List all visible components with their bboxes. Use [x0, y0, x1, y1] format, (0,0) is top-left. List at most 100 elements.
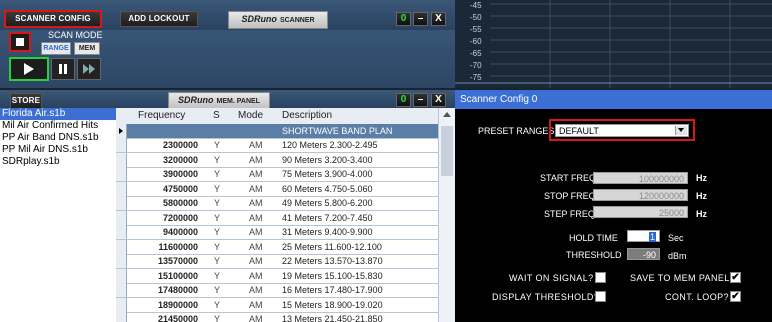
store-button[interactable]: STORE [10, 93, 42, 109]
scroll-up-icon[interactable] [443, 112, 451, 117]
row-selector[interactable] [116, 124, 127, 138]
hold-time-input[interactable]: 1 [627, 230, 660, 242]
row-selector[interactable] [116, 167, 127, 181]
file-item[interactable]: Mil Air Confirmed Hits [0, 120, 116, 132]
description-cell: 13 Meters 21.450-21.850 [282, 314, 383, 322]
add-lockout-button[interactable]: ADD LOCKOUT [120, 11, 198, 27]
row-selector[interactable] [116, 283, 127, 297]
spectrum-grid [455, 0, 772, 88]
mem-button[interactable]: MEM [74, 42, 100, 55]
stop-button[interactable] [9, 32, 31, 52]
table-row[interactable]: 13570000 Y AM 22 Meters 13.570-13.870 [116, 254, 438, 269]
description-cell: 75 Meters 3.900-4.000 [282, 169, 373, 179]
frequency-cell: 9400000 [162, 227, 198, 237]
panel-number-icon[interactable]: 0 [396, 12, 411, 26]
display-threshold-label: DISPLAY THRESHOLD? [492, 292, 600, 302]
row-selector[interactable] [116, 297, 127, 312]
table-row[interactable]: 11600000 Y AM 25 Meters 11.600-12.100 [116, 239, 438, 255]
row-selector[interactable] [116, 254, 127, 268]
row-selector[interactable] [116, 239, 127, 254]
wait-on-signal-checkbox[interactable] [595, 272, 606, 283]
table-row[interactable]: 3900000 Y AM 75 Meters 3.900-4.000 [116, 167, 438, 182]
mode-cell: AM [249, 314, 263, 322]
file-item[interactable]: PP Air Band DNS.s1b [0, 132, 116, 144]
range-button[interactable]: RANGE [41, 42, 71, 55]
panel-number-icon[interactable]: 0 [396, 93, 411, 107]
table-row[interactable]: 15100000 Y AM 19 Meters 15.100-15.830 [116, 268, 438, 284]
table-row[interactable]: 17480000 Y AM 16 Meters 17.480-17.900 [116, 283, 438, 298]
vertical-scrollbar[interactable] [438, 108, 456, 322]
table-row[interactable]: 18900000 Y AM 15 Meters 18.900-19.020 [116, 297, 438, 313]
column-header-mode[interactable]: Mode [238, 110, 263, 121]
table-row[interactable]: 21450000 Y AM 13 Meters 21.450-21.850 [116, 312, 438, 322]
scan-flag-cell: Y [214, 299, 221, 310]
step-freq-input[interactable]: 25000 [593, 206, 688, 218]
close-icon[interactable]: X [431, 12, 446, 26]
memory-table: Frequency S Mode Description SHORTWAVE B… [116, 108, 438, 322]
row-selector[interactable] [116, 196, 127, 210]
file-list[interactable]: Florida Air.s1b Mil Air Confirmed Hits P… [0, 108, 116, 322]
description-cell: 25 Meters 11.600-12.100 [282, 241, 382, 252]
cont-loop-checkbox[interactable]: ✔ [730, 291, 741, 302]
row-selector[interactable] [116, 181, 127, 196]
stop-freq-input[interactable]: 120000000 [593, 189, 688, 201]
table-row[interactable]: 2300000 Y AM 120 Meters 2.300-2.495 [116, 138, 438, 153]
threshold-input[interactable]: -90 [627, 248, 660, 260]
frequency-cell: 2300000 [162, 140, 198, 150]
skip-button[interactable] [77, 58, 101, 80]
db-label: -55 [470, 25, 482, 34]
preset-ranges-select[interactable]: DEFAULT [555, 124, 689, 137]
db-label: -70 [470, 61, 482, 70]
table-row[interactable]: 7200000 Y AM 41 Meters 7.200-7.450 [116, 210, 438, 226]
scanner-panel: SCANNER CONFIG ADD LOCKOUT SDRuno SCANNER… [0, 0, 455, 88]
row-selector[interactable] [116, 312, 127, 322]
file-item[interactable]: SDRplay.s1b [0, 156, 116, 168]
chevron-down-icon[interactable] [675, 126, 687, 135]
description-cell: 49 Meters 5.800-6.200 [282, 198, 373, 208]
file-item[interactable]: PP Mil Air DNS.s1b [0, 144, 116, 156]
frequency-cell: 4750000 [162, 183, 198, 194]
row-selector[interactable] [116, 225, 127, 239]
mode-cell: AM [249, 169, 263, 179]
frequency-cell: 5800000 [162, 198, 198, 208]
pause-icon [59, 64, 62, 74]
display-threshold-checkbox[interactable] [595, 291, 606, 302]
column-header-description[interactable]: Description [282, 110, 332, 121]
wait-on-signal-label: WAIT ON SIGNAL? [509, 273, 594, 283]
row-selector[interactable] [116, 152, 127, 167]
file-item[interactable]: Florida Air.s1b [0, 108, 116, 120]
column-header-s[interactable]: S [213, 110, 220, 121]
pause-button[interactable] [51, 58, 75, 80]
minimize-icon[interactable]: – [413, 12, 428, 26]
stop-freq-label: STOP FREQ [544, 191, 596, 201]
scan-flag-cell: Y [214, 227, 221, 237]
current-row-icon [119, 128, 123, 134]
cont-loop-label: CONT. LOOP? [665, 292, 729, 302]
play-icon [24, 63, 34, 75]
play-button[interactable] [9, 57, 49, 81]
row-selector[interactable] [116, 210, 127, 225]
minimize-icon[interactable]: – [413, 93, 428, 107]
close-icon[interactable]: X [431, 93, 446, 107]
table-row[interactable]: 4750000 Y AM 60 Meters 4.750-5.060 [116, 181, 438, 197]
save-to-mem-label: SAVE TO MEM PANEL? [630, 273, 736, 283]
save-to-mem-checkbox[interactable]: ✔ [730, 272, 741, 283]
table-row[interactable]: SHORTWAVE BAND PLAN [116, 124, 438, 139]
scanner-config-panel: PRESET RANGES: DEFAULT START FREQ 100000… [455, 109, 772, 322]
scanner-config-button[interactable]: SCANNER CONFIG [4, 10, 102, 28]
spectrum-display: -45 -50 -55 -60 -65 -70 -75 [455, 0, 772, 88]
start-freq-input[interactable]: 100000000 [593, 172, 688, 184]
description-cell: 19 Meters 15.100-15.830 [282, 270, 383, 281]
column-header-frequency[interactable]: Frequency [138, 110, 185, 121]
row-selector[interactable] [116, 268, 127, 283]
description-cell: 16 Meters 17.480-17.900 [282, 285, 383, 295]
table-row[interactable]: 5800000 Y AM 49 Meters 5.800-6.200 [116, 196, 438, 211]
table-row[interactable]: 3200000 Y AM 90 Meters 3.200-3.400 [116, 152, 438, 168]
scroll-thumb[interactable] [441, 126, 453, 176]
scan-flag-cell: Y [214, 256, 221, 266]
sdruno-scanner-logo: SDRuno SCANNER [228, 11, 328, 29]
frequency-cell: 13570000 [157, 256, 198, 266]
row-selector[interactable] [116, 138, 127, 152]
table-row[interactable]: 9400000 Y AM 31 Meters 9.400-9.900 [116, 225, 438, 240]
hz-unit: Hz [696, 191, 707, 201]
